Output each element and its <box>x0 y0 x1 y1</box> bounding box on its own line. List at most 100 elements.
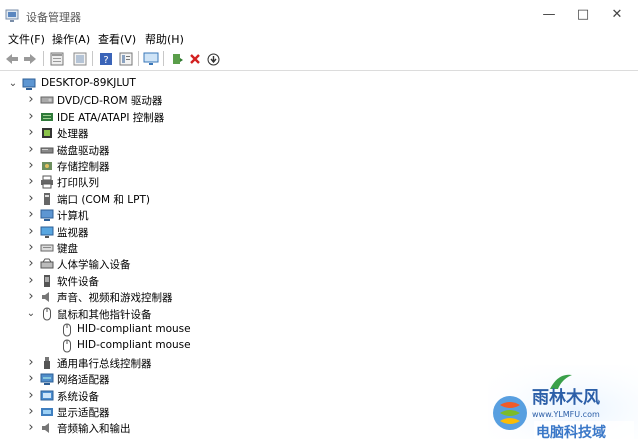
monitor-scan-icon[interactable] <box>142 50 160 68</box>
dvd-drive-icon <box>40 96 54 104</box>
window-title: 设备管理器 <box>26 11 81 24</box>
site-watermark-logo: 雨林木风 www.YLMFU.com 电脑科技域 <box>488 365 638 439</box>
tree-item-label: 显示适配器 <box>57 407 110 419</box>
tree-category-item[interactable]: › 处理器 <box>0 125 638 141</box>
computer-icon <box>22 78 36 90</box>
chevron-right-icon[interactable]: › <box>26 240 36 256</box>
audio-io-icon <box>42 423 49 433</box>
tree-item-label: 计算机 <box>57 210 89 222</box>
tree-item-label: 端口 (COM 和 LPT) <box>57 194 150 206</box>
mouse-icon <box>43 307 51 321</box>
menu-bar: 文件(F) 操作(A) 查看(V) 帮助(H) <box>0 30 638 47</box>
tree-item-label: 通用串行总线控制器 <box>57 358 152 370</box>
disable-device-icon[interactable] <box>204 50 222 68</box>
tree-category-item[interactable]: › IDE ATA/ATAPI 控制器 <box>0 109 638 125</box>
tree-category-item[interactable]: › 声音、视频和游戏控制器 <box>0 289 638 305</box>
chevron-right-icon[interactable]: › <box>26 388 36 404</box>
menu-help[interactable]: 帮助(H) <box>145 31 184 47</box>
chevron-right-icon[interactable]: › <box>26 92 36 108</box>
storage-controller-icon <box>42 162 52 170</box>
minimize-icon[interactable]: — <box>535 6 563 24</box>
tree-item-label: 磁盘驱动器 <box>57 145 110 157</box>
mouse-icon <box>63 339 71 353</box>
tree-item-label: 声音、视频和游戏控制器 <box>57 292 173 304</box>
tree-category-item[interactable]: › 监视器 <box>0 224 638 240</box>
tree-category-item[interactable]: › 键盘 <box>0 240 638 256</box>
chevron-down-icon[interactable]: ⌄ <box>8 76 18 92</box>
forward-arrow-icon[interactable] <box>21 50 39 68</box>
tree-item-label: 网络适配器 <box>57 374 110 386</box>
port-icon <box>44 193 50 205</box>
details-pane-icon[interactable] <box>117 50 135 68</box>
svg-text:www.YLMFU.com: www.YLMFU.com <box>532 410 600 419</box>
tree-item-label: 系统设备 <box>57 391 99 403</box>
tree-item-label: HID-compliant mouse <box>77 323 191 335</box>
printer-icon <box>41 175 53 189</box>
tree-root[interactable]: ⌄ DESKTOP-89KJLUT <box>0 76 638 92</box>
maximize-icon[interactable]: □ <box>569 6 597 24</box>
chevron-right-icon[interactable]: › <box>26 191 36 207</box>
chevron-right-icon[interactable]: › <box>26 371 36 387</box>
chevron-right-icon[interactable]: › <box>26 142 36 158</box>
chevron-right-icon[interactable]: › <box>26 125 36 141</box>
tree-item-label: IDE ATA/ATAPI 控制器 <box>57 112 165 124</box>
usb-icon <box>44 357 50 369</box>
network-adapter-icon <box>40 373 54 385</box>
back-arrow-icon[interactable] <box>3 50 21 68</box>
properties-icon[interactable] <box>71 50 89 68</box>
chevron-right-icon[interactable]: › <box>26 174 36 190</box>
root-computer-name: DESKTOP-89KJLUT <box>41 77 136 89</box>
close-icon[interactable]: ✕ <box>603 6 631 24</box>
system-device-icon <box>40 390 54 401</box>
ide-controller-icon <box>41 113 53 121</box>
speaker-icon <box>42 292 49 302</box>
tree-item-label: 人体学输入设备 <box>57 259 131 271</box>
tree-item-label: 处理器 <box>57 128 89 140</box>
chevron-right-icon[interactable]: › <box>26 207 36 223</box>
tree-item-label: 软件设备 <box>57 276 99 288</box>
processor-icon <box>42 128 52 138</box>
tree-item-label: 监视器 <box>57 227 89 239</box>
show-hide-tree-icon[interactable] <box>48 50 66 68</box>
svg-text:雨林木风: 雨林木风 <box>532 387 600 408</box>
tree-item-label: 键盘 <box>57 243 78 255</box>
tree-category-item[interactable]: › 打印队列 <box>0 174 638 190</box>
menu-view[interactable]: 查看(V) <box>98 31 136 47</box>
keyboard-icon <box>40 244 54 252</box>
menu-file[interactable]: 文件(F) <box>8 31 45 47</box>
chevron-right-icon[interactable]: › <box>26 404 36 420</box>
tree-child-item[interactable]: HID-compliant mouse <box>0 338 638 354</box>
tree-item-label: DVD/CD-ROM 驱动器 <box>57 95 163 107</box>
help-icon[interactable]: ? <box>97 50 115 68</box>
chevron-right-icon[interactable]: › <box>26 355 36 371</box>
tree-category-item[interactable]: › 磁盘驱动器 <box>0 142 638 158</box>
hid-icon <box>40 258 54 269</box>
tree-category-item[interactable]: › 端口 (COM 和 LPT) <box>0 191 638 207</box>
svg-text:电脑科技域: 电脑科技域 <box>536 424 606 439</box>
tree-category-item[interactable]: › DVD/CD-ROM 驱动器 <box>0 92 638 108</box>
tree-category-item[interactable]: › 计算机 <box>0 207 638 223</box>
tree-item-label: 打印队列 <box>57 177 99 189</box>
chevron-down-icon[interactable]: ⌄ <box>26 306 36 322</box>
tree-category-item[interactable]: ⌄ 鼠标和其他指针设备 <box>0 306 638 322</box>
update-driver-icon[interactable] <box>168 50 186 68</box>
mouse-icon <box>63 323 71 337</box>
chevron-right-icon[interactable]: › <box>26 109 36 125</box>
chevron-right-icon[interactable]: › <box>26 420 36 436</box>
chevron-right-icon[interactable]: › <box>26 158 36 174</box>
chevron-right-icon[interactable]: › <box>26 273 36 289</box>
tree-child-item[interactable]: HID-compliant mouse <box>0 322 638 338</box>
toolbar: ? <box>0 47 638 71</box>
monitor-icon <box>40 226 54 238</box>
tree-category-item[interactable]: › 存储控制器 <box>0 158 638 174</box>
tree-item-label: 鼠标和其他指针设备 <box>57 309 152 321</box>
chevron-right-icon[interactable]: › <box>26 256 36 272</box>
chevron-right-icon[interactable]: › <box>26 224 36 240</box>
chevron-right-icon[interactable]: › <box>26 289 36 305</box>
tree-item-label: 音频输入和输出 <box>57 423 131 435</box>
menu-action[interactable]: 操作(A) <box>52 31 90 47</box>
computer-icon <box>40 209 54 221</box>
tree-category-item[interactable]: › 软件设备 <box>0 273 638 289</box>
uninstall-x-icon[interactable] <box>186 50 204 68</box>
tree-category-item[interactable]: › 人体学输入设备 <box>0 256 638 272</box>
